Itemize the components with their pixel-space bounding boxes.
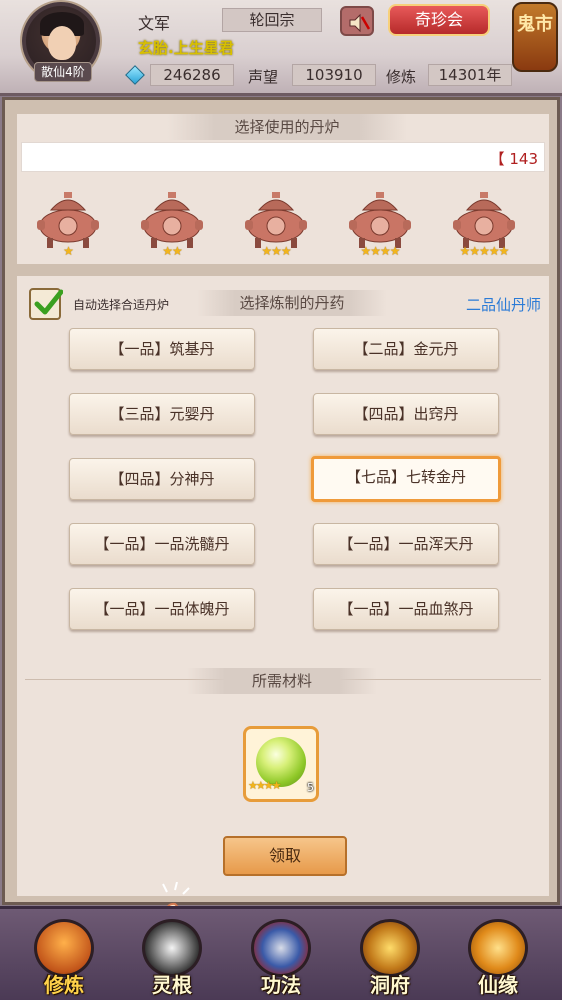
material-count: 5 [307, 781, 314, 794]
furnace-icon [37, 192, 99, 248]
nav-spirit-root[interactable]: 灵根 [126, 913, 218, 1000]
furnace-counter: 【 143 [489, 150, 538, 168]
recipe-button[interactable]: 【一品】筑基丹 [69, 328, 255, 370]
auto-select-furnace-checkbox[interactable] [29, 288, 63, 320]
recipe-button-selected[interactable]: 【七品】七转金丹 [311, 456, 501, 502]
furnace-bar: 【 143 [21, 142, 545, 172]
furnace-icon [245, 192, 307, 248]
furnace-stars: ★★★★ [360, 244, 400, 258]
furnace-section-title: 选择使用的丹炉 [167, 114, 407, 140]
prestige-label: 声望 [248, 68, 279, 86]
furnace-section: 选择使用的丹炉 【 143 ★ ★★ ★★★ ★★★★ ★★★★★ [17, 114, 549, 264]
recipe-button[interactable]: 【一品】一品浑天丹 [313, 523, 499, 565]
materials-title: 所需材料 [187, 668, 377, 694]
furnace-3[interactable]: ★★★ [239, 190, 313, 260]
currency-value: 246286 [150, 64, 234, 86]
recipe-button[interactable]: 【一品】一品洗髓丹 [69, 523, 255, 565]
treasure-auction-button[interactable]: 奇珍会 [388, 4, 490, 36]
nav-cave-dwelling[interactable]: 洞府 [344, 913, 436, 1000]
material-slot[interactable]: ★★★★ 5 [243, 726, 319, 802]
sect-name: 轮回宗 [222, 8, 322, 32]
alchemist-rank-link[interactable]: 二品仙丹师 [466, 294, 541, 315]
nav-cultivate[interactable]: 修炼 [18, 913, 110, 1000]
cultivation-label: 修炼 [386, 68, 417, 86]
recipe-button[interactable]: 【四品】分神丹 [69, 458, 255, 500]
recipe-button[interactable]: 【四品】出窍丹 [313, 393, 499, 435]
mute-sound-button[interactable] [340, 6, 374, 36]
top-header: 散仙4阶 文军 轮回宗 玄胎.上生星君 奇珍会 鬼市 246286 声望 103… [0, 0, 562, 96]
bottom-navigation: 修炼 灵根 功法 洞府 仙缘 [0, 906, 562, 1000]
alchemy-panel: 选择使用的丹炉 【 143 ★ ★★ ★★★ ★★★★ ★★★★★ 自动选择合适… [2, 97, 560, 992]
furnace-icon [453, 192, 515, 248]
speaker-muted-icon [349, 13, 370, 33]
furnace-5[interactable]: ★★★★★ [447, 190, 521, 260]
recipe-button[interactable]: 【三品】元婴丹 [69, 393, 255, 435]
nav-immortal-fate[interactable]: 仙缘 [452, 913, 544, 1000]
nav-label: 仙缘 [478, 973, 518, 997]
recipe-button[interactable]: 【一品】一品体魄丹 [69, 588, 255, 630]
player-name: 文军 [138, 14, 171, 33]
furnace-icon [349, 192, 411, 248]
furnace-1[interactable]: ★ [31, 190, 105, 260]
nav-technique[interactable]: 功法 [235, 913, 327, 1000]
recipe-section-title: 选择炼制的丹药 [197, 290, 387, 316]
collect-button[interactable]: 领取 [223, 836, 347, 876]
furnace-stars: ★★★ [261, 244, 291, 258]
furnace-stars: ★ [63, 244, 74, 258]
recipe-section: 自动选择合适丹炉 选择炼制的丹药 二品仙丹师 【一品】筑基丹 【二品】金元丹 【… [17, 276, 549, 992]
nav-label: 灵根 [152, 973, 192, 997]
material-stars: ★★★★ [248, 779, 281, 792]
nav-label: 修炼 [44, 973, 84, 997]
checkmark-icon [34, 289, 63, 315]
furnace-stars: ★★★★★ [459, 244, 510, 258]
prestige-value: 103910 [292, 64, 376, 86]
recipe-button[interactable]: 【一品】一品血煞丹 [313, 588, 499, 630]
spirit-stone-icon [125, 65, 145, 85]
nav-label: 功法 [261, 973, 301, 997]
player-avatar[interactable]: 散仙4阶 [12, 2, 112, 84]
furnace-stars: ★★ [162, 244, 183, 258]
cultivation-value: 14301年 [428, 64, 512, 86]
avatar-face [48, 26, 76, 60]
avatar-rank-badge: 散仙4阶 [34, 62, 92, 82]
furnace-2[interactable]: ★★ [135, 190, 209, 260]
auto-select-label: 自动选择合适丹炉 [73, 298, 170, 312]
furnace-4[interactable]: ★★★★ [343, 190, 417, 260]
player-title: 玄胎.上生星君 [138, 39, 234, 57]
furnace-icon [141, 192, 203, 248]
recipe-button[interactable]: 【二品】金元丹 [313, 328, 499, 370]
nav-label: 洞府 [370, 973, 410, 997]
ghost-market-button[interactable]: 鬼市 [512, 2, 558, 72]
